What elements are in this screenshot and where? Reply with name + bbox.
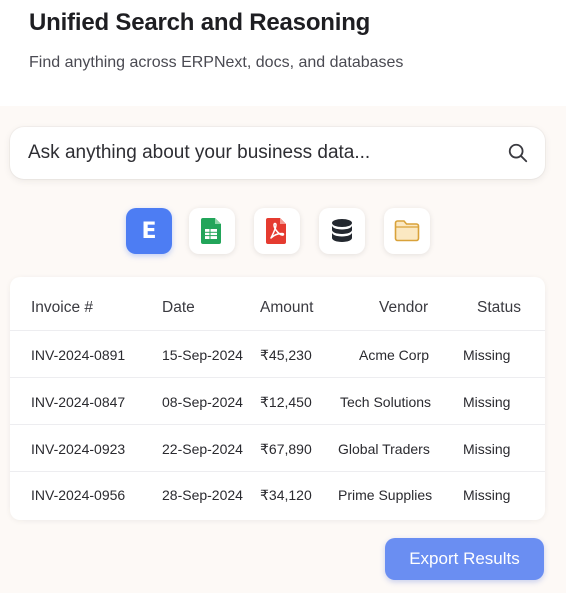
vendor-cell: Prime Supplies [338, 487, 433, 503]
amount-cell: ₹34,120 [260, 487, 312, 503]
vendor-cell: Tech Solutions [340, 394, 432, 410]
erpnext-icon: E [141, 218, 157, 244]
date-cell: 22-Sep-2024 [162, 441, 243, 457]
page-header: Unified Search and Reasoning Find anythi… [0, 0, 566, 106]
pdf-icon [266, 218, 286, 244]
status-cell: Missing [463, 347, 511, 363]
invoice-cell: INV-2024-0847 [31, 394, 126, 410]
column-header-amount[interactable]: Amount [260, 299, 313, 317]
page-subtitle: Find anything across ERPNext, docs, and … [29, 54, 404, 71]
spreadsheet-icon [201, 218, 221, 244]
page-title: Unified Search and Reasoning [29, 9, 371, 36]
invoice-cell: INV-2024-0891 [31, 347, 126, 363]
source-sheets-button[interactable] [189, 208, 235, 254]
amount-cell: ₹67,890 [260, 441, 312, 457]
date-cell: 08-Sep-2024 [162, 394, 243, 410]
amount-cell: ₹12,450 [260, 394, 312, 410]
column-header-vendor[interactable]: Vendor [379, 299, 428, 317]
amount-cell: ₹45,230 [260, 347, 312, 363]
source-pdf-button[interactable] [254, 208, 300, 254]
vendor-cell: Acme Corp [359, 347, 430, 363]
row-divider [10, 424, 545, 425]
row-divider [10, 330, 545, 331]
invoice-cell: INV-2024-0923 [31, 441, 126, 457]
vendor-cell: Global Traders [338, 441, 430, 457]
column-header-invoice[interactable]: Invoice # [31, 299, 93, 317]
export-results-button[interactable]: Export Results [385, 538, 544, 580]
folder-icon [394, 220, 420, 242]
column-header-date[interactable]: Date [162, 299, 195, 317]
search-input[interactable] [28, 127, 498, 179]
row-divider [10, 377, 545, 378]
search-bar[interactable] [10, 127, 545, 179]
date-cell: 15-Sep-2024 [162, 347, 243, 363]
status-cell: Missing [463, 487, 511, 503]
invoice-cell: INV-2024-0956 [31, 487, 126, 503]
row-divider [10, 471, 545, 472]
database-icon [332, 219, 352, 242]
search-icon[interactable] [507, 142, 529, 164]
source-folder-button[interactable] [384, 208, 430, 254]
status-cell: Missing [463, 441, 511, 457]
status-cell: Missing [463, 394, 511, 410]
source-database-button[interactable] [319, 208, 365, 254]
column-header-status[interactable]: Status [477, 299, 521, 317]
date-cell: 28-Sep-2024 [162, 487, 243, 503]
source-erpnext-button[interactable]: E [126, 208, 172, 254]
